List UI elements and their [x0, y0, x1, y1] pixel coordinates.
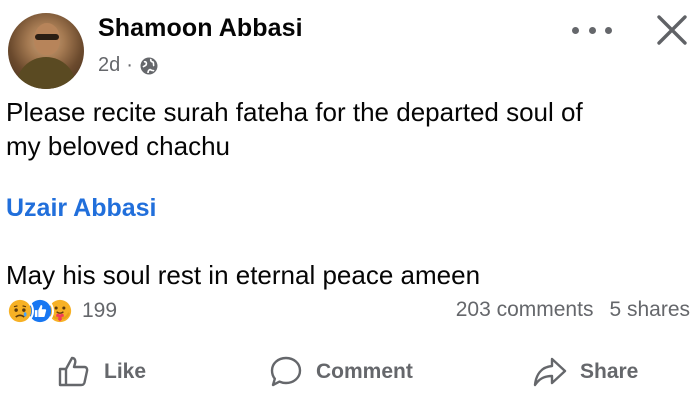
tagged-user-link[interactable]: Uzair Abbasi [6, 194, 157, 223]
comment-bubble-icon [268, 354, 304, 390]
meta-separator: · [126, 54, 133, 76]
post-text: Please recite surah fateha for the depar… [6, 95, 583, 163]
action-bar: Like Comment Share [0, 350, 700, 394]
reaction-count[interactable]: 199 [82, 299, 117, 323]
avatar[interactable] [8, 13, 84, 89]
globe-icon[interactable] [139, 56, 159, 76]
facebook-post: Shamoon Abbasi 2d · Please recite surah … [0, 0, 700, 400]
comments-count[interactable]: 203 comments [456, 298, 594, 322]
like-button[interactable]: Like [56, 350, 146, 394]
post-stats: 203 comments 5 shares [456, 298, 690, 322]
thumbs-up-icon [56, 354, 92, 390]
post-text-line: my beloved chachu [6, 131, 231, 161]
post-text-line: Please recite surah fateha for the depar… [6, 97, 583, 127]
share-button[interactable]: Share [532, 350, 638, 394]
reaction-summary[interactable]: 199 [6, 296, 117, 326]
sad-reaction-icon [6, 297, 34, 325]
dot-icon [588, 26, 596, 34]
author-name[interactable]: Shamoon Abbasi [98, 14, 303, 43]
share-label: Share [580, 360, 639, 383]
comment-button[interactable]: Comment [268, 350, 413, 394]
avatar-body [16, 57, 76, 89]
close-icon[interactable] [654, 12, 690, 48]
post-text-line: May his soul rest in eternal peace ameen [6, 260, 481, 290]
avatar-glasses [35, 34, 59, 40]
shares-count[interactable]: 5 shares [609, 298, 690, 322]
post-time[interactable]: 2d [98, 54, 120, 77]
like-label: Like [104, 360, 147, 383]
more-options-icon[interactable] [572, 20, 612, 40]
comment-label: Comment [316, 360, 413, 383]
dot-icon [605, 26, 612, 34]
share-arrow-icon [532, 354, 568, 390]
dot-icon [572, 26, 579, 34]
post-meta: 2d · [98, 54, 159, 77]
